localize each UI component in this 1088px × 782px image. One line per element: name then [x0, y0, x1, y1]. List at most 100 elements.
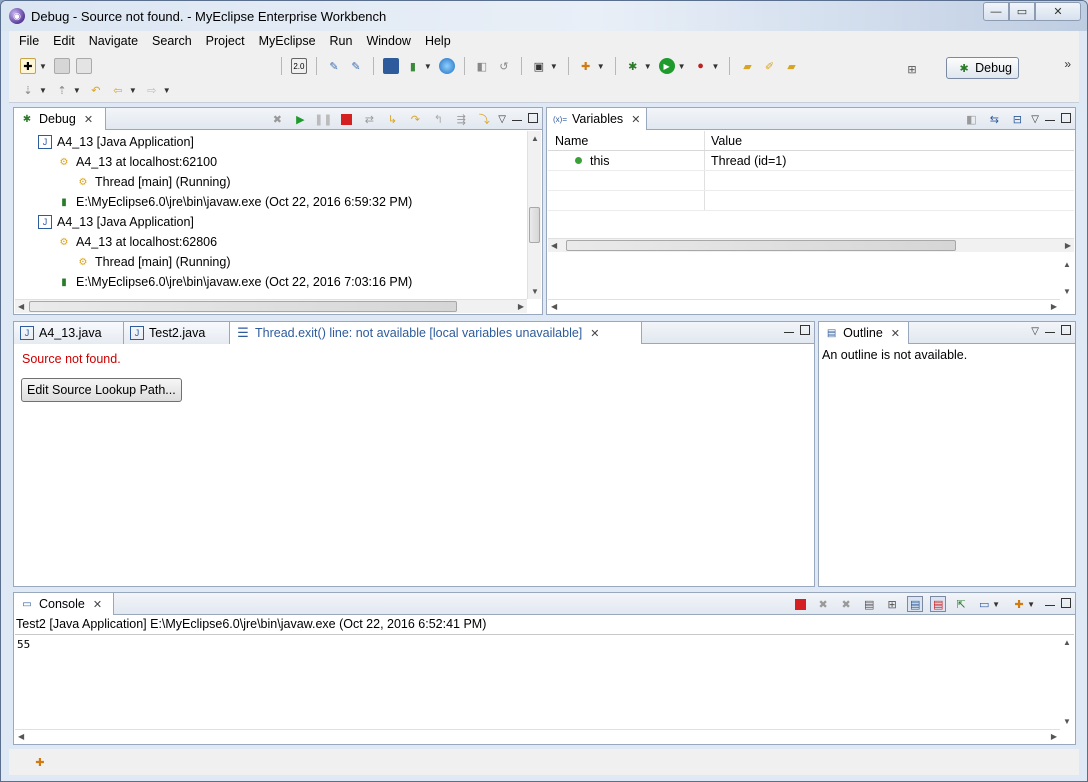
- last-edit-location-icon[interactable]: ↶: [88, 82, 104, 98]
- previous-annotation-dropdown-icon[interactable]: ▼: [73, 86, 81, 95]
- use-step-filters-icon[interactable]: ⤵: [476, 111, 492, 127]
- menu-project[interactable]: Project: [199, 31, 252, 51]
- package-icon[interactable]: ▰: [783, 58, 799, 74]
- debug-dropdown-icon[interactable]: ▼: [644, 62, 652, 71]
- scroll-thumb[interactable]: [529, 207, 540, 243]
- scroll-left-icon[interactable]: ◀: [551, 241, 557, 250]
- minimize-button[interactable]: —: [983, 2, 1009, 21]
- display-selected-console-icon[interactable]: ▭: [976, 596, 992, 612]
- debug-horizontal-scrollbar[interactable]: ◀ ▶: [15, 299, 527, 313]
- close-icon[interactable]: ✕: [631, 113, 640, 126]
- maximize-icon[interactable]: [528, 112, 538, 126]
- scroll-right-icon[interactable]: ▶: [1051, 302, 1057, 311]
- view-menu-icon[interactable]: ▽: [1031, 114, 1039, 125]
- terminate-icon[interactable]: [338, 111, 354, 127]
- fast-view-icon[interactable]: ✚: [32, 754, 48, 770]
- show-console-on-stdout-icon[interactable]: ▤: [907, 596, 924, 612]
- new-class-dropdown-icon[interactable]: ▼: [597, 62, 605, 71]
- terminate-icon[interactable]: [792, 596, 808, 612]
- external-tools-dropdown-icon[interactable]: ▼: [712, 62, 720, 71]
- new-icon[interactable]: ✚: [20, 58, 36, 74]
- variable-row[interactable]: this Thread (id=1): [548, 151, 1074, 171]
- close-icon[interactable]: ✕: [93, 598, 102, 611]
- scroll-right-icon[interactable]: ▶: [1051, 732, 1057, 741]
- server-icon[interactable]: ▮: [405, 58, 421, 74]
- tab-a4-13-java[interactable]: J A4_13.java: [14, 322, 124, 344]
- resume-icon[interactable]: ▶: [292, 111, 308, 127]
- new-dropdown-icon[interactable]: ▼: [39, 62, 47, 71]
- show-logical-structure-icon[interactable]: ⇆: [986, 111, 1002, 127]
- debug-tree-thread[interactable]: ⚙ Thread [main] (Running): [76, 172, 231, 192]
- browser-icon[interactable]: [438, 58, 455, 74]
- minimize-icon[interactable]: [1045, 599, 1055, 610]
- column-name-header[interactable]: Name: [548, 131, 705, 150]
- maximize-icon[interactable]: [1061, 597, 1071, 611]
- menu-navigate[interactable]: Navigate: [82, 31, 145, 51]
- menu-help[interactable]: Help: [418, 31, 458, 51]
- tab-variables[interactable]: (x)= Variables ✕: [547, 108, 647, 130]
- view-menu-icon[interactable]: ▽: [1031, 326, 1039, 337]
- open-folder-icon[interactable]: ▰: [739, 58, 755, 74]
- scroll-left-icon[interactable]: ◀: [551, 302, 557, 311]
- suspend-icon[interactable]: ❚❚: [314, 111, 332, 127]
- debug-tree-thread[interactable]: ⚙ Thread [main] (Running): [76, 252, 231, 272]
- pen-icon[interactable]: ✐: [761, 58, 777, 74]
- debug-tree-launch[interactable]: J A4_13 [Java Application]: [38, 132, 194, 152]
- debug-tree-process[interactable]: ▮ E:\MyEclipse6.0\jre\bin\javaw.exe (Oct…: [57, 192, 412, 212]
- history-icon[interactable]: ↺: [496, 58, 512, 74]
- tab-debug[interactable]: ✱ Debug ✕: [14, 108, 106, 130]
- back-dropdown-icon[interactable]: ▼: [129, 86, 137, 95]
- menu-file[interactable]: File: [12, 31, 46, 51]
- debug-tree-launch[interactable]: J A4_13 [Java Application]: [38, 212, 194, 232]
- server-dropdown-icon[interactable]: ▼: [424, 62, 432, 71]
- deploy-icon[interactable]: [382, 58, 399, 74]
- show-type-names-icon[interactable]: ◧: [963, 111, 979, 127]
- edit-source-lookup-path-button[interactable]: Edit Source Lookup Path...: [21, 378, 182, 402]
- debug-perspective-button[interactable]: ✱ Debug: [946, 57, 1019, 79]
- new-web-project-icon[interactable]: ✎: [326, 58, 342, 74]
- debug-tree-vm[interactable]: ⚙ A4_13 at localhost:62100: [57, 152, 218, 172]
- details-vertical-scrollbar[interactable]: ▲ ▼: [1060, 254, 1074, 299]
- minimize-icon[interactable]: [512, 114, 522, 125]
- clear-console-icon[interactable]: ▤: [861, 596, 877, 612]
- scroll-lock-icon[interactable]: ⊞: [884, 596, 900, 612]
- maximize-button[interactable]: ▭: [1009, 2, 1035, 21]
- step-over-icon[interactable]: ↷: [407, 111, 423, 127]
- back-icon[interactable]: ⇦: [110, 82, 126, 98]
- scroll-right-icon[interactable]: ▶: [1065, 241, 1071, 250]
- console-horizontal-scrollbar[interactable]: ◀ ▶: [15, 729, 1060, 743]
- debug-icon[interactable]: ✱: [625, 58, 641, 74]
- scroll-down-icon[interactable]: ▼: [1063, 287, 1071, 296]
- debug-tree-process[interactable]: ▮ E:\MyEclipse6.0\jre\bin\javaw.exe (Oct…: [57, 272, 412, 292]
- forward-dropdown-icon[interactable]: ▼: [163, 86, 171, 95]
- screenshot-dropdown-icon[interactable]: ▼: [550, 62, 558, 71]
- step-into-icon[interactable]: ↳: [384, 111, 400, 127]
- scroll-up-icon[interactable]: ▲: [531, 134, 539, 143]
- open-console-icon[interactable]: ✚: [1011, 596, 1027, 612]
- minimize-icon[interactable]: [1045, 114, 1055, 125]
- console-output-area[interactable]: 55 ▲ ▼ ◀ ▶: [15, 634, 1074, 743]
- scroll-thumb[interactable]: [29, 301, 457, 312]
- more-icon[interactable]: »: [1064, 57, 1071, 71]
- forward-icon[interactable]: ⇨: [144, 82, 160, 98]
- scroll-up-icon[interactable]: ▲: [1063, 638, 1071, 647]
- menu-window[interactable]: Window: [359, 31, 417, 51]
- print-icon[interactable]: [75, 58, 92, 74]
- maximize-icon[interactable]: [1061, 325, 1071, 338]
- tab-test2-java[interactable]: J Test2.java: [124, 322, 230, 344]
- close-icon[interactable]: ✕: [590, 327, 599, 340]
- scroll-right-icon[interactable]: ▶: [518, 302, 524, 311]
- next-annotation-dropdown-icon[interactable]: ▼: [39, 86, 47, 95]
- open-perspective-icon[interactable]: ⊞: [904, 61, 920, 77]
- tab-thread-exit[interactable]: ☰ Thread.exit() line: not available [loc…: [230, 322, 642, 344]
- maximize-icon[interactable]: [1061, 112, 1071, 126]
- view-menu-icon[interactable]: ▽: [498, 114, 506, 125]
- save-icon[interactable]: [53, 58, 70, 74]
- close-button[interactable]: ✕: [1035, 2, 1081, 21]
- scroll-down-icon[interactable]: ▼: [1063, 717, 1071, 726]
- maximize-icon[interactable]: [800, 325, 810, 338]
- console-vertical-scrollbar[interactable]: ▲ ▼: [1060, 635, 1074, 729]
- external-tools-icon[interactable]: ●: [693, 58, 709, 74]
- menu-myeclipse[interactable]: MyEclipse: [252, 31, 323, 51]
- remove-terminated-icon[interactable]: ✖: [269, 111, 285, 127]
